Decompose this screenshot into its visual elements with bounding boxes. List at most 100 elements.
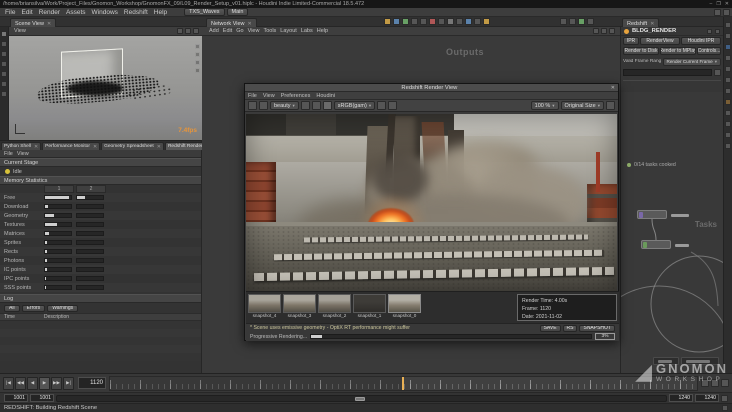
tool-icon[interactable] <box>420 18 427 25</box>
render-to-disk-button[interactable]: Render to Disk <box>623 47 659 55</box>
viewport-canvas[interactable]: 7.4fps <box>9 36 202 140</box>
tool-icon[interactable] <box>587 18 594 25</box>
render-image[interactable] <box>246 114 617 291</box>
rotate-icon[interactable] <box>1 51 7 57</box>
net-icon[interactable] <box>593 28 599 34</box>
output-path-field[interactable] <box>623 68 712 76</box>
range-slider[interactable] <box>56 394 667 402</box>
ipr-button[interactable]: IPR <box>623 37 639 45</box>
close-icon[interactable]: ✕ <box>725 1 729 7</box>
rv-titlebar[interactable]: Redshift Render View ✕ <box>245 84 618 92</box>
tool-icon[interactable] <box>456 18 463 25</box>
play-button[interactable]: ▶ <box>39 376 50 390</box>
menu-assets[interactable]: Assets <box>63 9 89 16</box>
top-node[interactable] <box>637 210 689 219</box>
close-icon[interactable]: ✕ <box>650 21 654 27</box>
snapshot-camera-icon[interactable] <box>606 101 615 110</box>
scale-icon[interactable] <box>1 61 7 67</box>
exposure-icon[interactable] <box>377 101 387 110</box>
net-menu-add[interactable]: Add <box>207 28 221 34</box>
panel-icon[interactable] <box>725 143 731 149</box>
viewport-view-menu[interactable]: View <box>12 28 28 34</box>
range-slider-handle[interactable] <box>355 396 366 401</box>
playbar-options-icon[interactable] <box>711 379 719 387</box>
region-render-icon[interactable] <box>311 101 321 110</box>
log-col-time[interactable]: Time <box>4 314 44 320</box>
lighting-icon[interactable] <box>185 28 191 34</box>
bucket-render-icon[interactable] <box>300 101 310 110</box>
node-flag-icon[interactable] <box>624 28 629 34</box>
tool-icon[interactable] <box>560 18 567 25</box>
colorspace-dropdown[interactable]: sRGB(gam) <box>333 101 376 110</box>
desktop-tab-1[interactable]: TXS_Waves <box>184 8 225 16</box>
size-dropdown[interactable]: Original Size <box>560 101 604 110</box>
net-icon[interactable] <box>609 28 615 34</box>
close-icon[interactable]: ✕ <box>93 144 97 150</box>
menu-redshift[interactable]: Redshift <box>121 9 151 16</box>
gamma-icon[interactable] <box>388 101 398 110</box>
ipr-toggle-icon[interactable] <box>322 101 332 110</box>
tool-icon[interactable] <box>447 18 454 25</box>
panel-icon[interactable] <box>725 66 731 72</box>
view-icon[interactable] <box>1 91 7 97</box>
net-menu-labs[interactable]: Labs <box>299 28 315 34</box>
window-titlebar[interactable]: /home/briansilva/Work/Project_Files/Gnom… <box>0 0 732 8</box>
snapshot-item[interactable]: snapshot_0 <box>388 294 421 318</box>
houdini-ipr-button[interactable]: Houdini IPR <box>681 37 721 45</box>
renderview-button[interactable]: RenderView <box>640 37 680 45</box>
net-menu-go[interactable]: Go <box>234 28 245 34</box>
node-name[interactable]: BLDG_RENDER <box>632 28 676 34</box>
rs-button[interactable]: RS <box>562 324 578 332</box>
points-icon[interactable] <box>402 18 409 25</box>
grid-icon[interactable] <box>393 18 400 25</box>
global-end-field[interactable]: 1240 <box>695 394 719 402</box>
gear-icon[interactable] <box>715 28 720 34</box>
maximize-icon[interactable]: ❐ <box>716 1 720 7</box>
goto-start-button[interactable]: |◀ <box>3 376 14 390</box>
goto-end-button[interactable]: ▶| <box>63 376 74 390</box>
top-node[interactable] <box>641 240 689 249</box>
close-icon[interactable]: ✕ <box>34 144 38 150</box>
panel-icon[interactable] <box>725 132 731 138</box>
net-menu-help[interactable]: Help <box>315 28 330 34</box>
render-to-mplay-button[interactable]: Render to MPlay <box>660 47 696 55</box>
close-icon[interactable]: ✕ <box>157 144 161 150</box>
playback-end-field[interactable]: 1240 <box>669 394 693 402</box>
redshift-render-view-window[interactable]: Redshift Render View ✕ File View Prefere… <box>244 83 619 341</box>
net-menu-edit[interactable]: Edit <box>221 28 234 34</box>
tool-icon[interactable] <box>465 18 472 25</box>
menu-edit[interactable]: Edit <box>18 9 35 16</box>
tool-icon[interactable] <box>438 18 445 25</box>
file-chooser-icon[interactable] <box>714 68 721 76</box>
log-filter-all[interactable]: All <box>4 304 20 312</box>
timeline-ruler[interactable] <box>109 375 698 391</box>
range-options-icon[interactable] <box>721 394 728 402</box>
display-icon[interactable] <box>195 68 200 73</box>
rv-menu-preferences[interactable]: Preferences <box>281 93 311 99</box>
playbar-options-icon[interactable] <box>721 379 729 387</box>
panel-icon[interactable] <box>725 22 731 28</box>
snap-icon[interactable] <box>1 81 7 87</box>
save-image-icon[interactable] <box>248 101 257 110</box>
menu-file[interactable]: File <box>2 9 18 16</box>
rv-menu-file[interactable]: File <box>248 93 257 99</box>
snapshot-button[interactable]: SNAPSHOT <box>579 324 615 332</box>
display-icon[interactable] <box>195 60 200 65</box>
current-frame-field[interactable]: 1120 <box>78 377 106 389</box>
playback-start-field[interactable]: 1001 <box>30 394 54 402</box>
panel-icon[interactable] <box>725 88 731 94</box>
log-col-description[interactable]: Description <box>44 314 69 320</box>
panel-icon[interactable] <box>725 33 731 39</box>
display-icon[interactable] <box>195 52 200 57</box>
save-button[interactable]: SAVE <box>539 324 561 332</box>
menu-windows[interactable]: Windows <box>89 9 121 16</box>
select-icon[interactable] <box>1 31 7 37</box>
tab-performance-monitor[interactable]: Performance Monitor ✕ <box>42 142 101 150</box>
playbar-options-icon[interactable] <box>701 379 709 387</box>
net-menu-tools[interactable]: Tools <box>261 28 278 34</box>
panel-icon[interactable] <box>725 110 731 116</box>
log-filter-errors[interactable]: Errors <box>21 304 46 312</box>
status-icon[interactable] <box>722 405 728 411</box>
toolbar-icon[interactable] <box>714 8 721 16</box>
toolbar-icon[interactable] <box>723 8 730 16</box>
